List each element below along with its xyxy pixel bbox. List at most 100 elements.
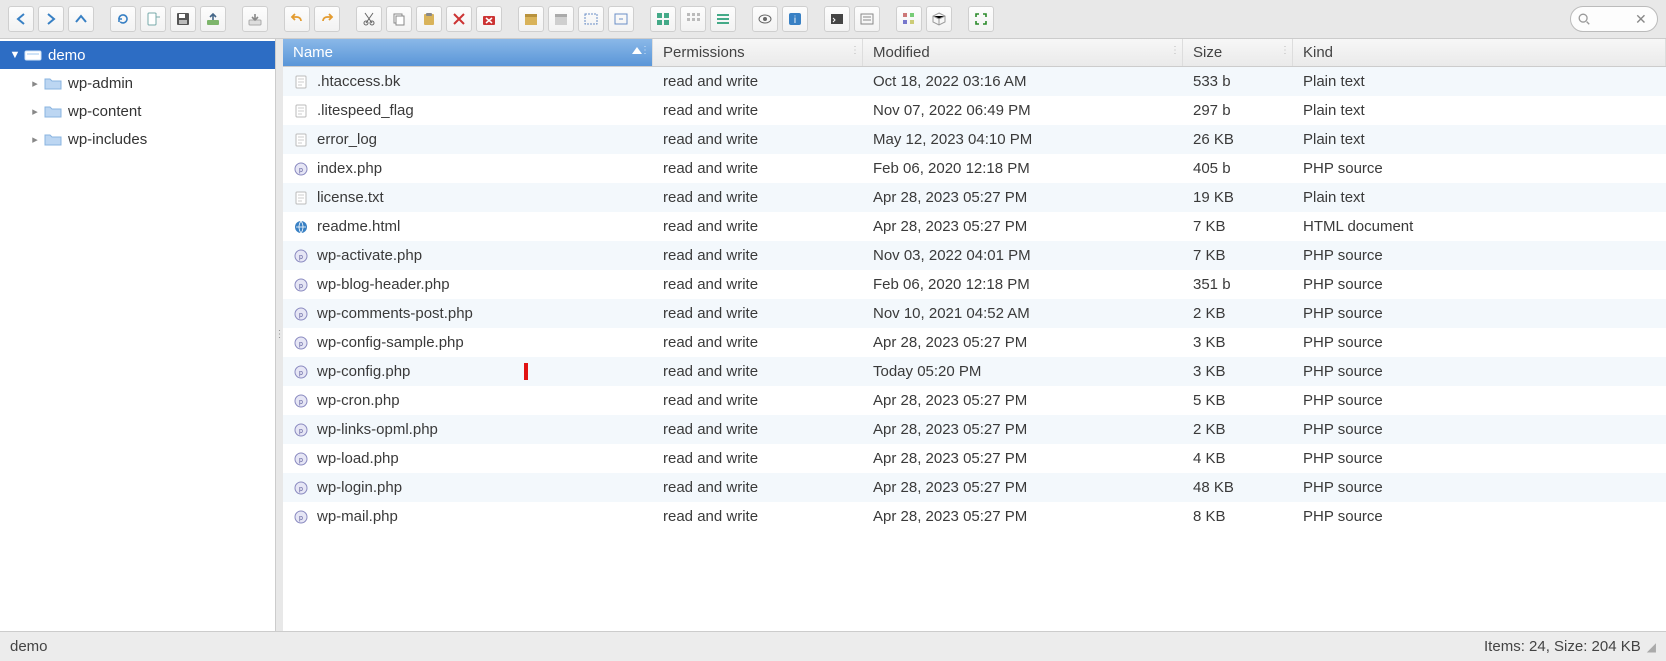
list-view-button[interactable] xyxy=(710,6,736,32)
column-resize-grip[interactable]: ⋮ xyxy=(1170,45,1180,56)
nav-up-button[interactable] xyxy=(68,6,94,32)
tree-item[interactable]: ▸ wp-content xyxy=(20,97,275,125)
file-row[interactable]: p wp-activate.php read and write Nov 03,… xyxy=(283,241,1666,270)
file-row[interactable]: .litespeed_flag read and write Nov 07, 2… xyxy=(283,96,1666,125)
file-kind: PHP source xyxy=(1293,160,1666,177)
file-name: index.php xyxy=(317,160,382,177)
file-row[interactable]: p wp-login.php read and write Apr 28, 20… xyxy=(283,473,1666,502)
file-size: 8 KB xyxy=(1183,508,1293,525)
preview-button[interactable] xyxy=(752,6,778,32)
file-name: .litespeed_flag xyxy=(317,102,414,119)
file-modified: Apr 28, 2023 05:27 PM xyxy=(863,421,1183,438)
column-resize-grip[interactable]: ⋮ xyxy=(850,45,860,56)
column-resize-grip[interactable]: ⋮ xyxy=(1280,45,1290,56)
redo-button[interactable] xyxy=(314,6,340,32)
grid-small-button[interactable] xyxy=(680,6,706,32)
compress-button[interactable] xyxy=(578,6,604,32)
column-header-kind[interactable]: Kind xyxy=(1293,39,1666,66)
file-row[interactable]: readme.html read and write Apr 28, 2023 … xyxy=(283,212,1666,241)
tree-root-label: demo xyxy=(48,47,86,64)
info-button[interactable]: i xyxy=(782,6,808,32)
column-resize-grip[interactable]: ⋮ xyxy=(640,45,650,56)
tree-item[interactable]: ▸ wp-includes xyxy=(20,125,275,153)
folder-tree[interactable]: ▼ demo ▸ wp-admin ▸ wp-content ▸ wp-incl… xyxy=(0,39,276,631)
file-row[interactable]: p wp-mail.php read and write Apr 28, 202… xyxy=(283,502,1666,531)
grid-large-icon xyxy=(655,11,671,27)
disclosure-right-icon[interactable]: ▸ xyxy=(28,133,42,146)
file-name: wp-links-opml.php xyxy=(317,421,438,438)
window-resize-grip-icon[interactable]: ◢ xyxy=(1647,640,1656,654)
tree-root[interactable]: ▼ demo xyxy=(0,41,275,69)
cut-button[interactable] xyxy=(356,6,382,32)
disclosure-right-icon[interactable]: ▸ xyxy=(28,77,42,90)
file-modified: Apr 28, 2023 05:27 PM xyxy=(863,479,1183,496)
unarchive-button[interactable] xyxy=(548,6,574,32)
clear-search-icon[interactable]: ✕ xyxy=(1631,11,1651,28)
grid-large-button[interactable] xyxy=(650,6,676,32)
file-row[interactable]: p wp-comments-post.php read and write No… xyxy=(283,299,1666,328)
archive-button[interactable] xyxy=(518,6,544,32)
file-list[interactable]: .htaccess.bk read and write Oct 18, 2022… xyxy=(283,67,1666,631)
file-row[interactable]: .htaccess.bk read and write Oct 18, 2022… xyxy=(283,67,1666,96)
file-row[interactable]: p wp-config.php read and write Today 05:… xyxy=(283,357,1666,386)
box-button[interactable] xyxy=(926,6,952,32)
tree-item[interactable]: ▸ wp-admin xyxy=(20,69,275,97)
file-permissions: read and write xyxy=(653,160,863,177)
disclosure-down-icon[interactable]: ▼ xyxy=(8,49,22,61)
nav-back-button[interactable] xyxy=(8,6,34,32)
file-kind: HTML document xyxy=(1293,218,1666,235)
disclosure-right-icon[interactable]: ▸ xyxy=(28,105,42,118)
cut-icon xyxy=(361,11,377,27)
file-size: 297 b xyxy=(1183,102,1293,119)
extract-button[interactable] xyxy=(608,6,634,32)
file-row[interactable]: p wp-links-opml.php read and write Apr 2… xyxy=(283,415,1666,444)
properties-button[interactable] xyxy=(854,6,880,32)
paste-button[interactable] xyxy=(416,6,442,32)
file-row[interactable]: p wp-config-sample.php read and write Ap… xyxy=(283,328,1666,357)
file-type-icon: p xyxy=(293,306,309,322)
new-file-button[interactable] xyxy=(140,6,166,32)
folder-icon xyxy=(44,104,62,118)
file-row[interactable]: error_log read and write May 12, 2023 04… xyxy=(283,125,1666,154)
file-size: 7 KB xyxy=(1183,218,1293,235)
tree-item-label: wp-admin xyxy=(68,75,133,92)
copy-button[interactable] xyxy=(386,6,412,32)
file-type-icon xyxy=(293,190,309,206)
file-row[interactable]: p wp-blog-header.php read and write Feb … xyxy=(283,270,1666,299)
tree-item-label: wp-includes xyxy=(68,131,147,148)
fullscreen-icon xyxy=(973,11,989,27)
delete-x-button[interactable] xyxy=(476,6,502,32)
column-header-permissions[interactable]: Permissions ⋮ xyxy=(653,39,863,66)
file-modified: Apr 28, 2023 05:27 PM xyxy=(863,334,1183,351)
search-box[interactable]: ✕ xyxy=(1570,6,1658,32)
apps-button[interactable] xyxy=(896,6,922,32)
nav-forward-icon xyxy=(43,11,59,27)
drive-icon xyxy=(24,48,42,62)
file-row[interactable]: p wp-load.php read and write Apr 28, 202… xyxy=(283,444,1666,473)
file-kind: PHP source xyxy=(1293,479,1666,496)
search-icon xyxy=(1577,12,1591,26)
column-header-size[interactable]: Size ⋮ xyxy=(1183,39,1293,66)
file-row[interactable]: license.txt read and write Apr 28, 2023 … xyxy=(283,183,1666,212)
undo-button[interactable] xyxy=(284,6,310,32)
file-type-icon: p xyxy=(293,509,309,525)
upload-button[interactable] xyxy=(200,6,226,32)
fullscreen-button[interactable] xyxy=(968,6,994,32)
nav-forward-button[interactable] xyxy=(38,6,64,32)
file-row[interactable]: p index.php read and write Feb 06, 2020 … xyxy=(283,154,1666,183)
refresh-button[interactable] xyxy=(110,6,136,32)
save-button[interactable] xyxy=(170,6,196,32)
file-permissions: read and write xyxy=(653,392,863,409)
unarchive-icon xyxy=(553,11,569,27)
file-type-icon xyxy=(293,132,309,148)
delete-button[interactable] xyxy=(446,6,472,32)
column-header-name[interactable]: Name ⋮ xyxy=(283,39,653,66)
download-button[interactable] xyxy=(242,6,268,32)
terminal-button[interactable] xyxy=(824,6,850,32)
split-divider[interactable]: ⋮ xyxy=(276,39,283,631)
svg-text:p: p xyxy=(299,254,303,261)
search-input[interactable] xyxy=(1591,12,1631,27)
file-row[interactable]: p wp-cron.php read and write Apr 28, 202… xyxy=(283,386,1666,415)
file-name: wp-config-sample.php xyxy=(317,334,464,351)
column-header-modified[interactable]: Modified ⋮ xyxy=(863,39,1183,66)
